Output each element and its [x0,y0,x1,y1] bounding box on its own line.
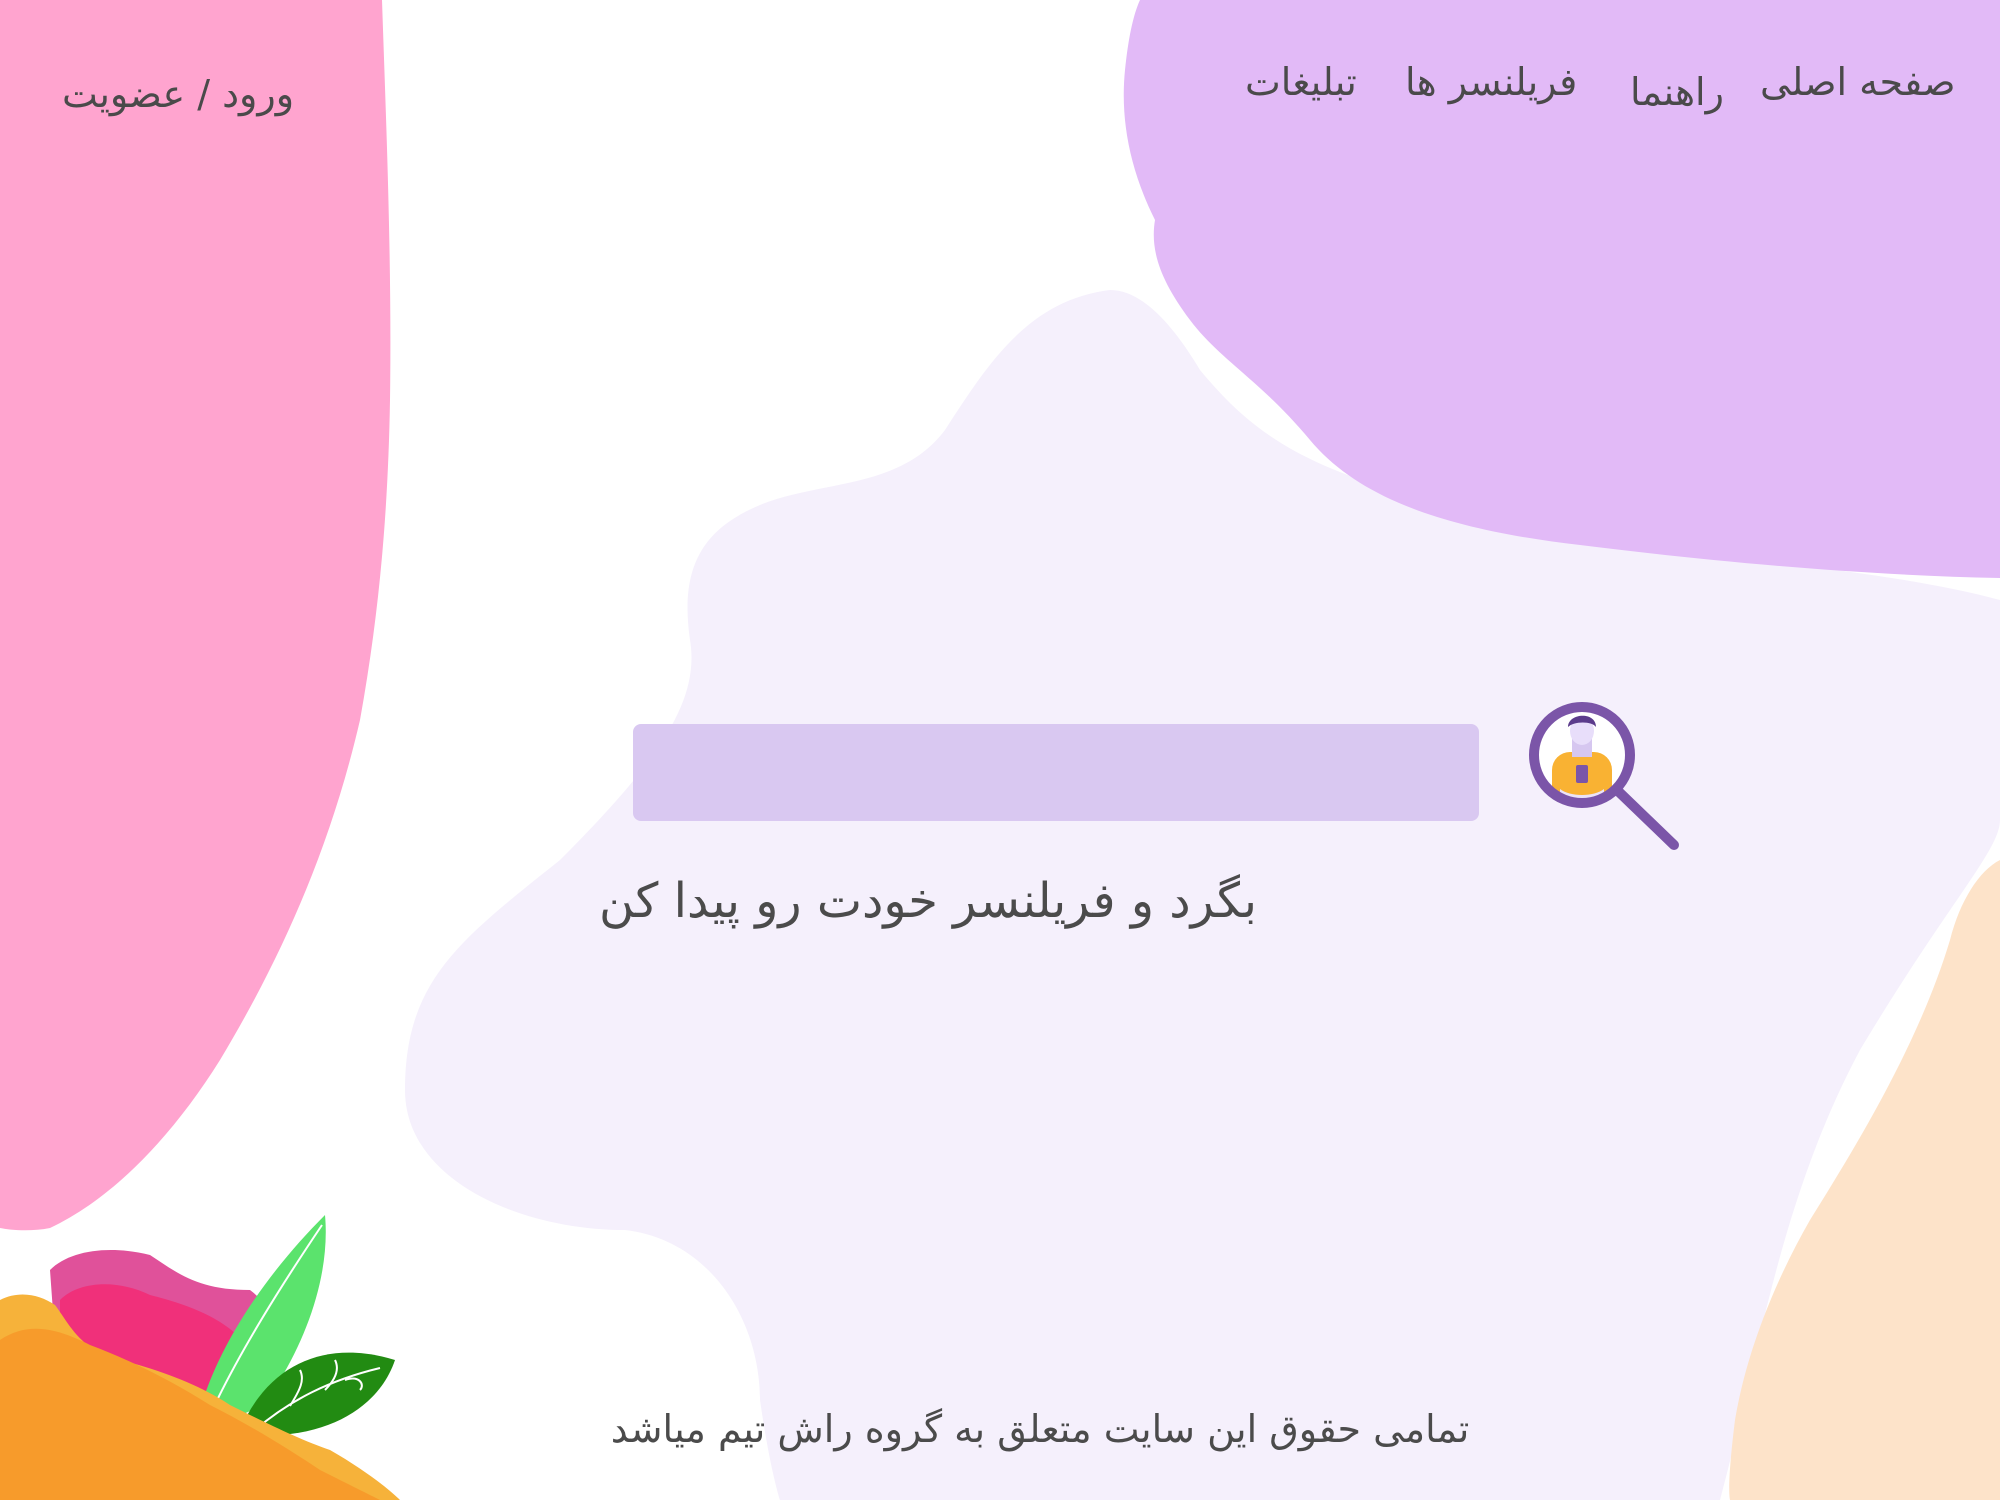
nav-item-guide[interactable]: راهنما [1630,68,1724,117]
copyright-text: تمامی حقوق این سایت متعلق به گروه راش تی… [610,1407,1470,1451]
plant-illustration [0,1215,400,1500]
pink-blob [0,0,391,1231]
nav-item-ads[interactable]: تبلیغات [1245,58,1357,107]
search-bar [633,724,1479,821]
hero-tagline-text: بگرد و فریلنسر خودت رو پیدا کن [598,873,1258,929]
footer: تمامی حقوق این سایت متعلق به گروه راش تی… [0,1405,2000,1454]
nav-item-home[interactable]: صفحه اصلی [1760,58,1956,107]
freelancer-search-icon[interactable] [1522,697,1682,857]
landing-page: صفحه اصلی راهنما فریلنسر ها تبلیغات ورود… [0,0,2000,1500]
search-input[interactable] [633,724,1479,821]
login-signup-link[interactable]: ورود / عضویت [62,70,294,119]
nav-item-freelancers[interactable]: فریلنسر ها [1405,58,1577,107]
hero-tagline: بگرد و فریلنسر خودت رو پیدا کن [0,870,2000,932]
